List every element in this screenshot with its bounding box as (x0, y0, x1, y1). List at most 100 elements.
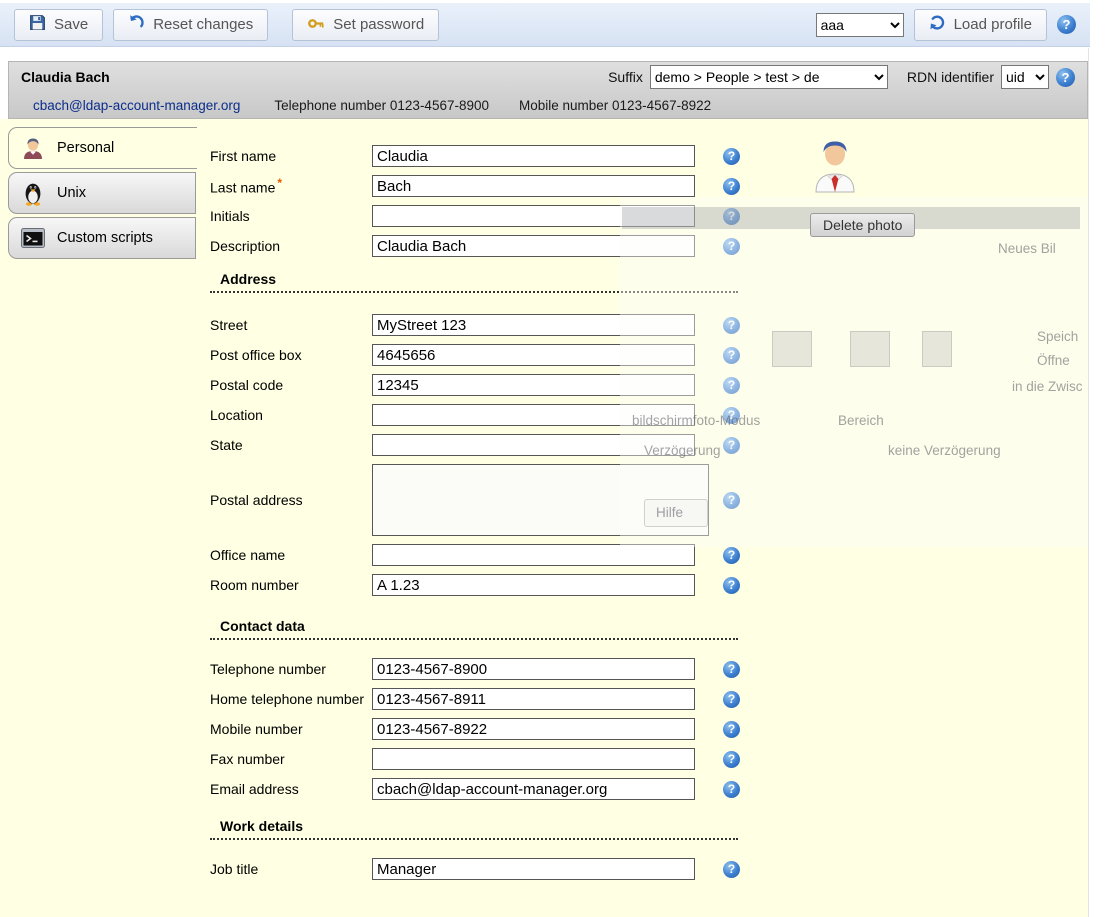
postal-code-input[interactable] (372, 374, 695, 396)
email-address-input[interactable] (372, 778, 695, 800)
help-icon[interactable]: ? (723, 148, 740, 165)
street-label: Street (210, 317, 372, 333)
office-name-input[interactable] (372, 544, 695, 566)
state-input[interactable] (372, 434, 695, 456)
help-icon[interactable]: ? (1056, 68, 1075, 87)
mobile-number-input[interactable] (372, 718, 695, 740)
profile-select[interactable]: aaa (816, 13, 904, 37)
toolbar-right: aaa Load profile ? (816, 9, 1076, 41)
tux-icon (19, 179, 47, 207)
postal-address-textarea[interactable] (372, 464, 709, 536)
form-row: Postal address ? (210, 464, 755, 536)
help-icon[interactable]: ? (723, 721, 740, 738)
help-icon[interactable]: ? (723, 691, 740, 708)
ghost-text: Speich (1037, 329, 1078, 344)
fax-number-label: Fax number (210, 751, 372, 767)
work-section-title: Work details (210, 818, 738, 840)
telephone-input[interactable] (372, 658, 695, 680)
tab-custom-scripts-label: Custom scripts (57, 230, 153, 246)
help-icon[interactable]: ? (723, 238, 740, 255)
reset-changes-button[interactable]: Reset changes (113, 9, 268, 41)
tab-unix-label: Unix (57, 185, 86, 201)
office-name-label: Office name (210, 547, 372, 563)
form-row: Home telephone number ? (210, 688, 755, 710)
form-row: Initials ? (210, 205, 755, 227)
suffix-select[interactable]: demo > People > test > de (650, 65, 888, 89)
help-icon[interactable]: ? (723, 861, 740, 878)
scrollbar-track[interactable] (1088, 48, 1106, 917)
rdn-select[interactable]: uid (1001, 65, 1049, 89)
state-label: State (210, 437, 372, 453)
last-name-input[interactable] (372, 175, 695, 197)
tab-unix[interactable]: Unix (8, 172, 196, 214)
personal-form: First name ? Last name* ? Initials ? Des… (210, 119, 755, 888)
header-info-row: cbach@ldap-account-manager.org Telephone… (9, 92, 1087, 118)
address-section-title: Address (210, 271, 738, 293)
account-header: Claudia Bach Suffix demo > People > test… (8, 61, 1088, 119)
set-password-label: Set password (333, 16, 424, 33)
help-icon[interactable]: ? (723, 407, 740, 424)
delete-photo-button[interactable]: Delete photo (810, 213, 915, 237)
help-icon[interactable]: ? (723, 437, 740, 454)
account-email-link[interactable]: cbach@ldap-account-manager.org (33, 98, 240, 113)
module-tabs: Personal Unix Custom scripts (8, 127, 197, 262)
location-input[interactable] (372, 404, 695, 426)
save-label: Save (54, 16, 88, 33)
ghost-text: Bereich (838, 413, 884, 428)
post-office-box-label: Post office box (210, 347, 372, 363)
tab-custom-scripts[interactable]: Custom scripts (8, 217, 196, 259)
job-title-input[interactable] (372, 858, 695, 880)
ghost-text: Öffne (1037, 353, 1070, 368)
first-name-input[interactable] (372, 145, 695, 167)
initials-input[interactable] (372, 205, 695, 227)
suffix-label: Suffix (608, 69, 643, 85)
home-telephone-input[interactable] (372, 688, 695, 710)
description-label: Description (210, 238, 372, 254)
help-icon[interactable]: ? (723, 178, 740, 195)
key-icon (307, 14, 325, 36)
fax-number-input[interactable] (372, 748, 695, 770)
home-telephone-label: Home telephone number (210, 691, 372, 707)
load-profile-button[interactable]: Load profile (914, 9, 1047, 41)
help-icon[interactable]: ? (723, 492, 740, 509)
ghost-text: in die Zwisc (1012, 379, 1083, 394)
save-button[interactable]: Save (14, 9, 103, 41)
set-password-button[interactable]: Set password (292, 9, 439, 41)
help-icon[interactable]: ? (723, 377, 740, 394)
page-title: Claudia Bach (21, 69, 110, 85)
undo-icon (128, 14, 145, 35)
street-input[interactable] (372, 314, 695, 336)
tab-personal-label: Personal (57, 140, 114, 156)
help-icon[interactable]: ? (723, 317, 740, 334)
avatar-photo-icon (812, 133, 858, 195)
help-icon[interactable]: ? (723, 751, 740, 768)
form-row: Email address ? (210, 778, 755, 800)
form-row: Postal code ? (210, 374, 755, 396)
help-icon[interactable]: ? (723, 781, 740, 798)
header-title-row: Claudia Bach Suffix demo > People > test… (9, 62, 1087, 92)
help-icon[interactable]: ? (1057, 15, 1076, 34)
load-profile-label: Load profile (954, 16, 1032, 33)
form-row: Post office box ? (210, 344, 755, 366)
help-icon[interactable]: ? (723, 347, 740, 364)
tab-personal[interactable]: Personal (8, 127, 197, 169)
help-icon[interactable]: ? (723, 208, 740, 225)
form-row: Street ? (210, 314, 755, 336)
description-input[interactable] (372, 235, 695, 257)
form-row: Last name* ? (210, 175, 755, 197)
user-photo (812, 133, 858, 200)
main-content: Personal Unix Custom scripts First name … (0, 119, 1088, 917)
postal-address-label: Postal address (210, 492, 372, 508)
job-title-label: Job title (210, 861, 372, 877)
location-label: Location (210, 407, 372, 423)
room-number-input[interactable] (372, 574, 695, 596)
form-row: Location ? (210, 404, 755, 426)
form-row: Description ? (210, 235, 755, 257)
help-icon[interactable]: ? (723, 547, 740, 564)
terminal-icon (19, 224, 47, 252)
post-office-box-input[interactable] (372, 344, 695, 366)
contact-section-title: Contact data (210, 618, 738, 640)
help-icon[interactable]: ? (723, 661, 740, 678)
help-icon[interactable]: ? (723, 577, 740, 594)
reset-changes-label: Reset changes (153, 16, 253, 33)
